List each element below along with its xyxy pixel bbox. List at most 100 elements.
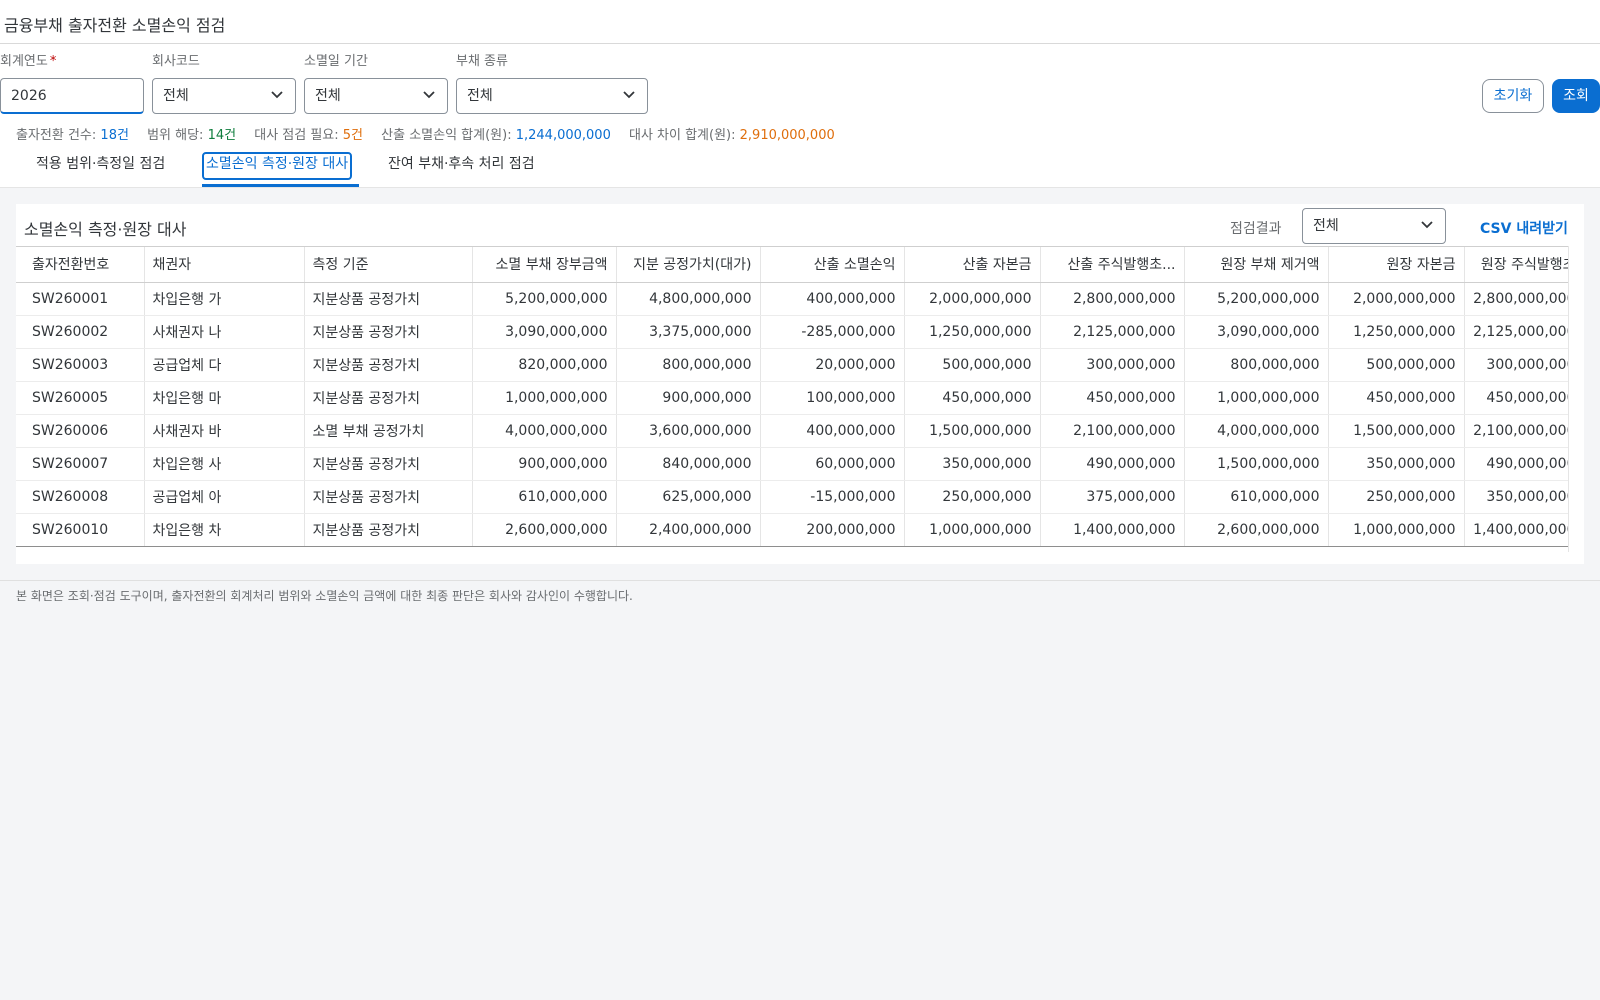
cell-carrying-amount: 5,200,000,000 bbox=[472, 282, 617, 316]
cell-equity-fair-value: 625,000,000 bbox=[616, 480, 761, 514]
cell-carrying-amount: 900,000,000 bbox=[472, 447, 617, 481]
search-button[interactable]: 조회 bbox=[1552, 79, 1600, 113]
csv-download-link[interactable]: CSV 내려받기 bbox=[1480, 218, 1568, 238]
cell-ledger-capital: 1,500,000,000 bbox=[1328, 414, 1465, 448]
table-row[interactable]: SW260007 차입은행 사 지분상품 공정가치 900,000,000 840,00… bbox=[16, 447, 1568, 481]
cell-ledger-liability-removed: 5,200,000,000 bbox=[1184, 282, 1329, 316]
tab-scope-measurement-date[interactable]: 적용 범위·측정일 점검 bbox=[34, 152, 167, 180]
cell-calc-share-premium: 300,000,000 bbox=[1040, 348, 1185, 382]
summary-swap-count: 출자전환 건수: 18건 bbox=[16, 128, 129, 143]
cell-ledger-liability-removed: 610,000,000 bbox=[1184, 480, 1329, 514]
col-header-calc-capital[interactable]: 산출 자본금 bbox=[904, 247, 1041, 283]
cell-ledger-capital: 450,000,000 bbox=[1328, 381, 1465, 415]
col-header-ledger-capital[interactable]: 원장 자본금 bbox=[1328, 247, 1465, 283]
panel-title: 소멸손익 측정·원장 대사 bbox=[24, 220, 187, 239]
cell-calc-share-premium: 490,000,000 bbox=[1040, 447, 1185, 481]
fiscal-year-label: 회계연도 * bbox=[0, 54, 57, 69]
cell-ledger-share-premium: 1,400,000,000 bbox=[1464, 513, 1568, 547]
chevron-down-icon bbox=[423, 79, 437, 113]
fiscal-year-input[interactable]: 2026 bbox=[0, 78, 144, 114]
cell-carrying-amount: 1,000,000,000 bbox=[472, 381, 617, 415]
col-header-swap-no[interactable]: 출자전환번호 bbox=[16, 247, 145, 283]
table-header-row: 출자전환번호 채권자 측정 기준 소멸 부채 장부금액 지분 공정가치(대가) … bbox=[16, 247, 1568, 283]
cell-ledger-share-premium: 300,000,000 bbox=[1464, 348, 1568, 382]
cell-calc-gainloss: -285,000,000 bbox=[760, 315, 905, 349]
cell-equity-fair-value: 800,000,000 bbox=[616, 348, 761, 382]
cell-ledger-liability-removed: 800,000,000 bbox=[1184, 348, 1329, 382]
cell-measure-basis: 지분상품 공정가치 bbox=[304, 513, 473, 547]
table-row[interactable]: SW260006 사채권자 바 소멸 부채 공정가치 4,000,000,000 3,6… bbox=[16, 414, 1568, 448]
active-tab-indicator bbox=[202, 184, 359, 187]
company-code-label: 회사코드 bbox=[152, 54, 200, 69]
chevron-down-icon bbox=[271, 79, 285, 113]
cell-swap-no: SW260005 bbox=[16, 381, 145, 415]
liability-type-label: 부채 종류 bbox=[456, 54, 508, 69]
cell-creditor: 차입은행 사 bbox=[144, 447, 305, 481]
cell-calc-share-premium: 2,100,000,000 bbox=[1040, 414, 1185, 448]
cell-creditor: 공급업체 아 bbox=[144, 480, 305, 514]
tab-bar: 적용 범위·측정일 점검 소멸손익 측정·원장 대사 잔여 부채·후속 처리 점… bbox=[0, 144, 1600, 188]
cell-measure-basis: 지분상품 공정가치 bbox=[304, 381, 473, 415]
summary-recon-needed: 대사 점검 필요: 5건 bbox=[254, 128, 364, 143]
table-row[interactable]: SW260005 차입은행 마 지분상품 공정가치 1,000,000,000 900,… bbox=[16, 381, 1568, 415]
extinguish-period-label: 소멸일 기간 bbox=[304, 54, 368, 69]
cell-calc-capital: 1,500,000,000 bbox=[904, 414, 1041, 448]
company-code-value: 전체 bbox=[163, 88, 189, 104]
cell-measure-basis: 지분상품 공정가치 bbox=[304, 282, 473, 316]
footer-note: 본 화면은 조회·점검 도구이며, 출자전환의 회계처리 범위와 소멸손익 금액… bbox=[0, 580, 1600, 610]
cell-calc-gainloss: 400,000,000 bbox=[760, 414, 905, 448]
cell-ledger-capital: 2,000,000,000 bbox=[1328, 282, 1465, 316]
table-row[interactable]: SW260001 차입은행 가 지분상품 공정가치 5,200,000,000 4,80… bbox=[16, 282, 1568, 316]
liability-type-value: 전체 bbox=[467, 88, 493, 104]
cell-calc-capital: 450,000,000 bbox=[904, 381, 1041, 415]
cell-carrying-amount: 2,600,000,000 bbox=[472, 513, 617, 547]
cell-ledger-capital: 500,000,000 bbox=[1328, 348, 1465, 382]
cell-swap-no: SW260003 bbox=[16, 348, 145, 382]
cell-swap-no: SW260008 bbox=[16, 480, 145, 514]
cell-ledger-capital: 1,000,000,000 bbox=[1328, 513, 1465, 547]
cell-equity-fair-value: 3,600,000,000 bbox=[616, 414, 761, 448]
cell-creditor: 차입은행 차 bbox=[144, 513, 305, 547]
cell-ledger-share-premium: 490,000,000 bbox=[1464, 447, 1568, 481]
col-header-calc-share-premium[interactable]: 산출 주식발행초... bbox=[1040, 247, 1185, 283]
cell-calc-share-premium: 2,125,000,000 bbox=[1040, 315, 1185, 349]
cell-calc-gainloss: 60,000,000 bbox=[760, 447, 905, 481]
result-filter-select[interactable]: 전체 bbox=[1302, 208, 1446, 244]
cell-equity-fair-value: 900,000,000 bbox=[616, 381, 761, 415]
table-row[interactable]: SW260010 차입은행 차 지분상품 공정가치 2,600,000,000 2,40… bbox=[16, 513, 1568, 547]
cell-measure-basis: 지분상품 공정가치 bbox=[304, 447, 473, 481]
cell-calc-share-premium: 2,800,000,000 bbox=[1040, 282, 1185, 316]
cell-ledger-liability-removed: 4,000,000,000 bbox=[1184, 414, 1329, 448]
extinguish-period-select[interactable]: 전체 bbox=[304, 78, 448, 114]
recon-panel: 소멸손익 측정·원장 대사 점검결과 전체 CSV 내려받기 출자전환번호 채권… bbox=[16, 204, 1584, 564]
cell-measure-basis: 소멸 부채 공정가치 bbox=[304, 414, 473, 448]
cell-swap-no: SW260006 bbox=[16, 414, 145, 448]
cell-swap-no: SW260001 bbox=[16, 282, 145, 316]
table-row[interactable]: SW260008 공급업체 아 지분상품 공정가치 610,000,000 625,00… bbox=[16, 480, 1568, 514]
col-header-equity-fair-value[interactable]: 지분 공정가치(대가) bbox=[616, 247, 761, 283]
table-row[interactable]: SW260002 사채권자 나 지분상품 공정가치 3,090,000,000 3,37… bbox=[16, 315, 1568, 349]
tab-gainloss-ledger-recon[interactable]: 소멸손익 측정·원장 대사 bbox=[202, 152, 353, 180]
col-header-calc-gainloss[interactable]: 산출 소멸손익 bbox=[760, 247, 905, 283]
reset-button[interactable]: 초기화 bbox=[1482, 79, 1544, 113]
col-header-creditor[interactable]: 채권자 bbox=[144, 247, 305, 283]
filter-liability-type: 부채 종류 bbox=[456, 52, 508, 72]
cell-ledger-liability-removed: 2,600,000,000 bbox=[1184, 513, 1329, 547]
liability-type-select[interactable]: 전체 bbox=[456, 78, 648, 114]
cell-ledger-share-premium: 2,800,000,000 bbox=[1464, 282, 1568, 316]
cell-carrying-amount: 610,000,000 bbox=[472, 480, 617, 514]
cell-swap-no: SW260002 bbox=[16, 315, 145, 349]
cell-ledger-liability-removed: 1,500,000,000 bbox=[1184, 447, 1329, 481]
vertical-scrollbar[interactable] bbox=[1568, 246, 1584, 552]
table-row[interactable]: SW260003 공급업체 다 지분상품 공정가치 820,000,000 800,00… bbox=[16, 348, 1568, 382]
col-header-ledger-liability-removed[interactable]: 원장 부채 제거액 bbox=[1184, 247, 1329, 283]
col-header-ledger-share-premium[interactable]: 원장 주식발행초 bbox=[1464, 247, 1568, 283]
col-header-carrying-amount[interactable]: 소멸 부채 장부금액 bbox=[472, 247, 617, 283]
company-code-select[interactable]: 전체 bbox=[152, 78, 296, 114]
cell-ledger-share-premium: 2,100,000,000 bbox=[1464, 414, 1568, 448]
col-header-measure-basis[interactable]: 측정 기준 bbox=[304, 247, 473, 283]
filter-extinguish-period: 소멸일 기간 bbox=[304, 52, 368, 72]
cell-creditor: 공급업체 다 bbox=[144, 348, 305, 382]
tab-residual-liability[interactable]: 잔여 부채·후속 처리 점검 bbox=[386, 152, 537, 180]
cell-measure-basis: 지분상품 공정가치 bbox=[304, 348, 473, 382]
